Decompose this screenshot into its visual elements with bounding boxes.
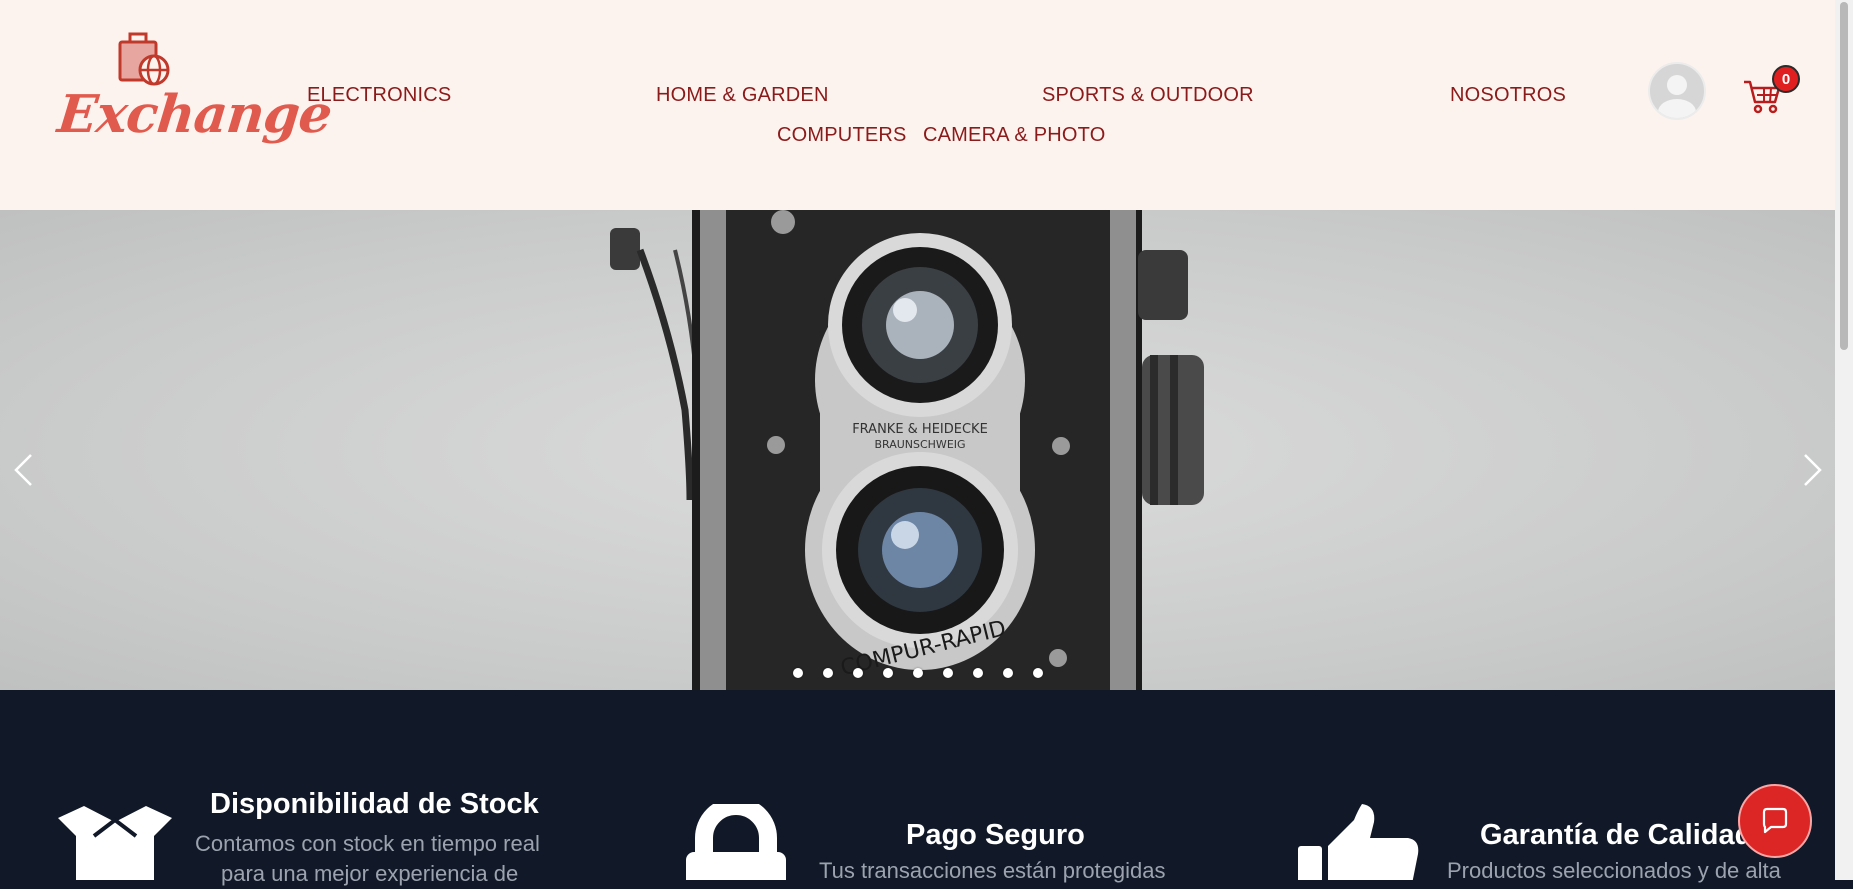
feature-quality-text: Productos seleccionados y de alta: [1447, 858, 1781, 883]
lock-icon: [686, 804, 786, 880]
user-avatar[interactable]: [1648, 62, 1706, 120]
carousel-dot-5[interactable]: [913, 668, 923, 678]
nav-nosotros[interactable]: NOSOTROS: [1450, 84, 1566, 107]
nav-home-garden[interactable]: HOME & GARDEN: [656, 84, 829, 107]
brand-name: Exchange: [54, 84, 335, 145]
brand-logo[interactable]: Exchange: [55, 28, 334, 153]
carousel-dot-2[interactable]: [823, 668, 833, 678]
feature-quality-title: Garantía de Calidad: [1480, 819, 1753, 851]
chat-bubble-icon: [1762, 807, 1788, 834]
feature-payment-title: Pago Seguro: [906, 819, 1085, 851]
svg-text:FRANKE & HEIDECKE: FRANKE & HEIDECKE: [852, 422, 988, 437]
carousel-next-button[interactable]: [1802, 452, 1824, 488]
feature-payment-text: Tus transacciones están protegidas: [819, 858, 1166, 883]
carousel-dot-9[interactable]: [1033, 668, 1043, 678]
site-header: Exchange ELECTRONICS HOME & GARDEN SPORT…: [0, 0, 1835, 210]
box-icon: [58, 806, 172, 880]
carousel-dot-7[interactable]: [973, 668, 983, 678]
shopping-bag-globe-icon: [118, 32, 170, 86]
nav-computers[interactable]: COMPUTERS: [777, 124, 907, 147]
nav-sports-outdoor[interactable]: SPORTS & OUTDOOR: [1042, 84, 1254, 107]
carousel-dot-6[interactable]: [943, 668, 953, 678]
feature-stock-title: Disponibilidad de Stock: [210, 788, 539, 820]
carousel-dot-4[interactable]: [883, 668, 893, 678]
carousel-indicators: [793, 668, 1043, 678]
svg-text:BRAUNSCHWEIG: BRAUNSCHWEIG: [874, 438, 965, 451]
hero-carousel: FRANKE & HEIDECKE BRAUNSCHWEIG COMPUR-RA…: [0, 210, 1835, 690]
feature-stock-text-2: para una mejor experiencia de: [221, 861, 519, 886]
camera-photo-image: FRANKE & HEIDECKE BRAUNSCHWEIG COMPUR-RA…: [610, 210, 1204, 690]
carousel-dot-1[interactable]: [793, 668, 803, 678]
carousel-dot-8[interactable]: [1003, 668, 1013, 678]
scrollbar-thumb[interactable]: [1840, 2, 1848, 350]
user-icon: [1658, 75, 1696, 118]
nav-camera-photo[interactable]: CAMERA & PHOTO: [923, 124, 1105, 147]
feature-stock-text: Contamos con stock en tiempo real: [195, 831, 540, 856]
chat-button[interactable]: [1738, 784, 1812, 858]
carousel-dot-3[interactable]: [853, 668, 863, 678]
thumbs-up-icon: [1298, 804, 1419, 880]
nav-electronics[interactable]: ELECTRONICS: [307, 84, 451, 107]
cart-count-badge: 0: [1772, 65, 1800, 93]
carousel-prev-button[interactable]: [12, 452, 34, 488]
